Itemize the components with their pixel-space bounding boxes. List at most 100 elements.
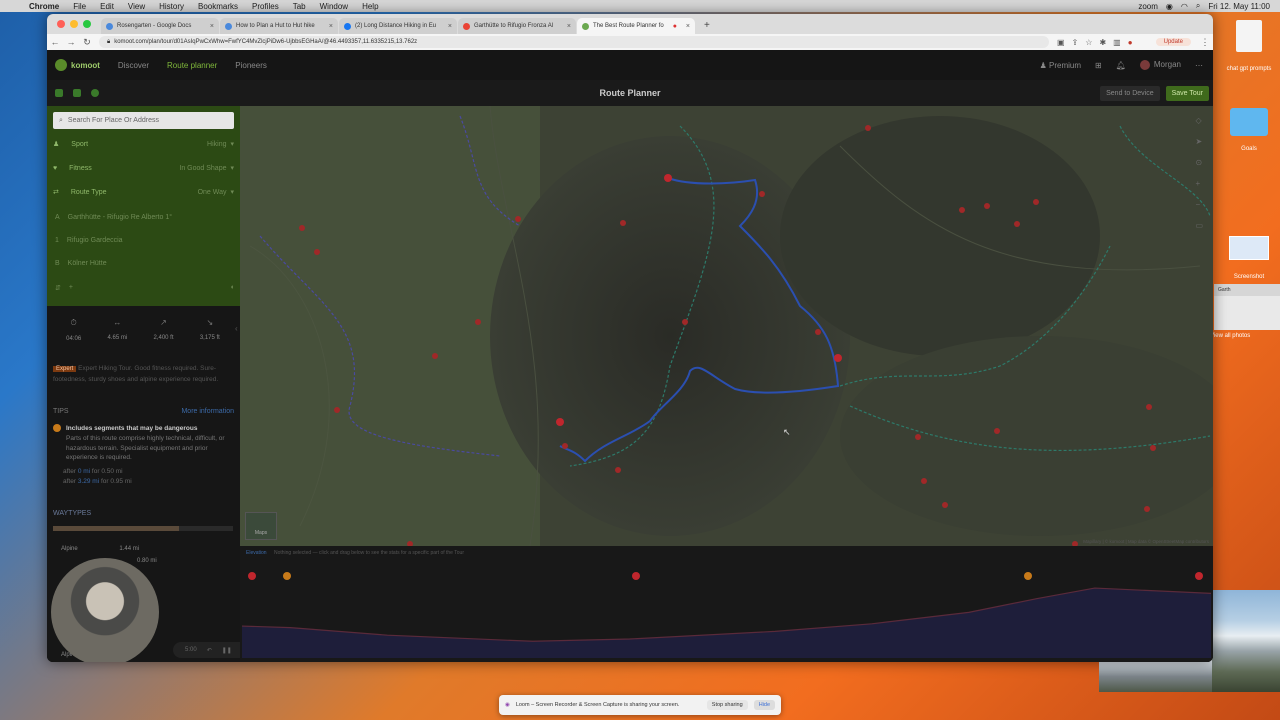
waypoint-b[interactable]: B Kölner Hütte (55, 260, 225, 267)
map-attribution[interactable]: Mapillary | © komoot | Map data © OpenSt… (1083, 539, 1209, 544)
more-menu-icon[interactable]: ⋮ (1197, 37, 1213, 48)
zoom-in-icon[interactable]: + (1195, 179, 1203, 188)
toggle-icon[interactable]: ◐ (231, 284, 235, 292)
more-icon[interactable]: ⋯ (1195, 61, 1203, 70)
elevation-chart[interactable] (240, 558, 1213, 662)
close-tab-icon[interactable]: × (329, 23, 333, 30)
search-icon[interactable]: ⌕ (1196, 1, 1200, 11)
menu-file[interactable]: File (66, 2, 93, 11)
reload-icon[interactable]: ↻ (79, 37, 95, 48)
close-tab-icon[interactable]: × (686, 23, 690, 30)
menu-help[interactable]: Help (355, 2, 385, 11)
camera-icon[interactable]: ▣ (1057, 38, 1065, 47)
tab-hut-to-hut[interactable]: How to Plan a Hut to Hut hike × (220, 18, 338, 34)
segment-2[interactable]: after 3.29 mi for 0.95 mi (63, 477, 234, 487)
waypoint-1-marker[interactable] (632, 572, 640, 580)
map-canvas[interactable]: ◇ ➤ ⊙ + − ▭ Maps Mapillary | © komoot | … (240, 106, 1213, 546)
locate-icon[interactable]: ➤ (1195, 137, 1203, 146)
save-tour-button[interactable]: Save Tour (1165, 85, 1209, 101)
minimize-window-icon[interactable] (70, 20, 78, 28)
waypoint-b-marker[interactable] (556, 418, 564, 426)
menu-bookmarks[interactable]: Bookmarks (191, 2, 245, 11)
close-tab-icon[interactable]: × (567, 23, 571, 30)
url-field[interactable]: 🔒︎ komoot.com/plan/tour/d01AsIqPwCxWhw=F… (99, 36, 1049, 48)
undo-icon[interactable]: ↶ (207, 647, 212, 654)
desktop-screenshot[interactable]: Screenshot (1222, 236, 1276, 280)
menu-chrome[interactable]: Chrome (22, 2, 66, 11)
topographic-map[interactable] (240, 106, 1213, 546)
record-icon[interactable]: ◉ (1166, 2, 1173, 11)
view-icon[interactable] (91, 89, 99, 97)
stop-sharing-button[interactable]: Stop sharing (706, 700, 748, 710)
premium-link[interactable]: ♟ Premium (1040, 61, 1081, 70)
komoot-logo[interactable]: komoot (47, 59, 100, 71)
view-all-photos-link[interactable]: View all photos (1210, 333, 1250, 339)
segment-1[interactable]: after 0 mi for 0.50 mi (63, 467, 234, 477)
webcam-bubble[interactable] (51, 558, 159, 662)
reorder-icon[interactable]: ⇵ (55, 284, 61, 292)
layers-icon[interactable]: ◇ (1195, 116, 1203, 125)
danger-marker[interactable] (283, 572, 291, 580)
menu-edit[interactable]: Edit (93, 2, 121, 11)
menu-view[interactable]: View (121, 2, 152, 11)
segment-link[interactable]: 0 mi (78, 468, 90, 475)
zoom-menu-label[interactable]: zoom (1138, 2, 1158, 11)
search-input[interactable]: ⌕ Search For Place Or Address (53, 112, 234, 129)
maximize-window-icon[interactable] (83, 20, 91, 28)
elevation-profile[interactable]: Elevation Nothing selected — click and d… (240, 546, 1213, 662)
user-menu[interactable]: Morgan (1139, 60, 1181, 70)
desktop-folder-goals[interactable]: Goals (1222, 108, 1276, 152)
start-marker[interactable] (248, 572, 256, 580)
forward-icon[interactable]: → (63, 37, 79, 47)
end-marker[interactable] (1195, 572, 1203, 580)
send-to-device-button[interactable]: Send to Device (1100, 85, 1160, 101)
danger-marker[interactable] (1024, 572, 1032, 580)
map-style-toggle[interactable]: Maps (245, 512, 277, 540)
waypoint-1-marker[interactable] (834, 354, 842, 362)
notifications-icon[interactable]: 🔔︎ (1116, 61, 1126, 70)
more-information-link[interactable]: More information (181, 408, 234, 415)
update-button[interactable]: Update (1155, 38, 1191, 46)
collapse-sidebar-icon[interactable]: ‹ (235, 324, 238, 333)
route-type-selector[interactable]: ⇄ Route Type One Way ▾ (53, 184, 234, 200)
tab-long-distance[interactable]: (2) Long Distance Hiking in Eu × (339, 18, 457, 34)
share-icon[interactable]: ⇪ (1072, 38, 1079, 47)
tab-garthutte[interactable]: Garthütte to Rifugio Fronza Al × (458, 18, 576, 34)
close-window-icon[interactable] (57, 20, 65, 28)
menu-window[interactable]: Window (313, 2, 355, 11)
3d-icon[interactable]: ▭ (1195, 221, 1203, 230)
nav-pioneers[interactable]: Pioneers (235, 61, 267, 70)
back-icon[interactable]: ← (47, 37, 63, 47)
save-icon[interactable] (73, 89, 81, 97)
compass-icon[interactable]: ⊙ (1195, 158, 1203, 167)
extension-icon[interactable]: ✱ (1099, 38, 1106, 47)
menu-history[interactable]: History (152, 2, 191, 11)
clock[interactable]: Fri 12. May 11:00 (1208, 2, 1270, 11)
fitness-selector[interactable]: ♥ Fitness In Good Shape ▾ (53, 160, 234, 176)
tab-google-docs[interactable]: Rosengarten - Google Docs × (101, 18, 219, 34)
nav-route-planner[interactable]: Route planner (167, 61, 217, 70)
menu-tab[interactable]: Tab (286, 2, 313, 11)
close-tab-icon[interactable]: × (448, 23, 452, 30)
zoom-out-icon[interactable]: − (1195, 200, 1203, 209)
pause-icon[interactable]: ❚❚ (222, 647, 232, 654)
background-browser-window[interactable]: Garth (1214, 284, 1280, 330)
close-tab-icon[interactable]: × (210, 23, 214, 30)
tab-route-planner[interactable]: The Best Route Planner fo ● × (577, 18, 695, 34)
waypoint-a-marker[interactable] (664, 174, 672, 182)
add-waypoint-icon[interactable]: + (69, 284, 73, 292)
bookmark-star-icon[interactable]: ☆ (1085, 38, 1092, 47)
desktop-doc[interactable]: chat gpt prompts (1222, 20, 1276, 72)
menu-profiles[interactable]: Profiles (245, 2, 286, 11)
sport-selector[interactable]: ♟ Sport Hiking ▾ (53, 136, 234, 152)
hide-banner-button[interactable]: Hide (753, 700, 775, 710)
add-icon[interactable]: ⊞ (1095, 61, 1102, 70)
sidebar-icon[interactable]: ▥ (1113, 38, 1121, 47)
profile-icon[interactable]: ● (1128, 38, 1133, 47)
segment-link[interactable]: 3.29 mi (78, 478, 99, 485)
collapse-panel-icon[interactable] (55, 89, 63, 97)
waypoint-1[interactable]: 1 Rifugio Gardeccia (55, 237, 225, 244)
wifi-icon[interactable]: ◠ (1181, 2, 1188, 11)
background-tab[interactable]: Garth (1214, 284, 1280, 296)
nav-discover[interactable]: Discover (118, 61, 149, 70)
